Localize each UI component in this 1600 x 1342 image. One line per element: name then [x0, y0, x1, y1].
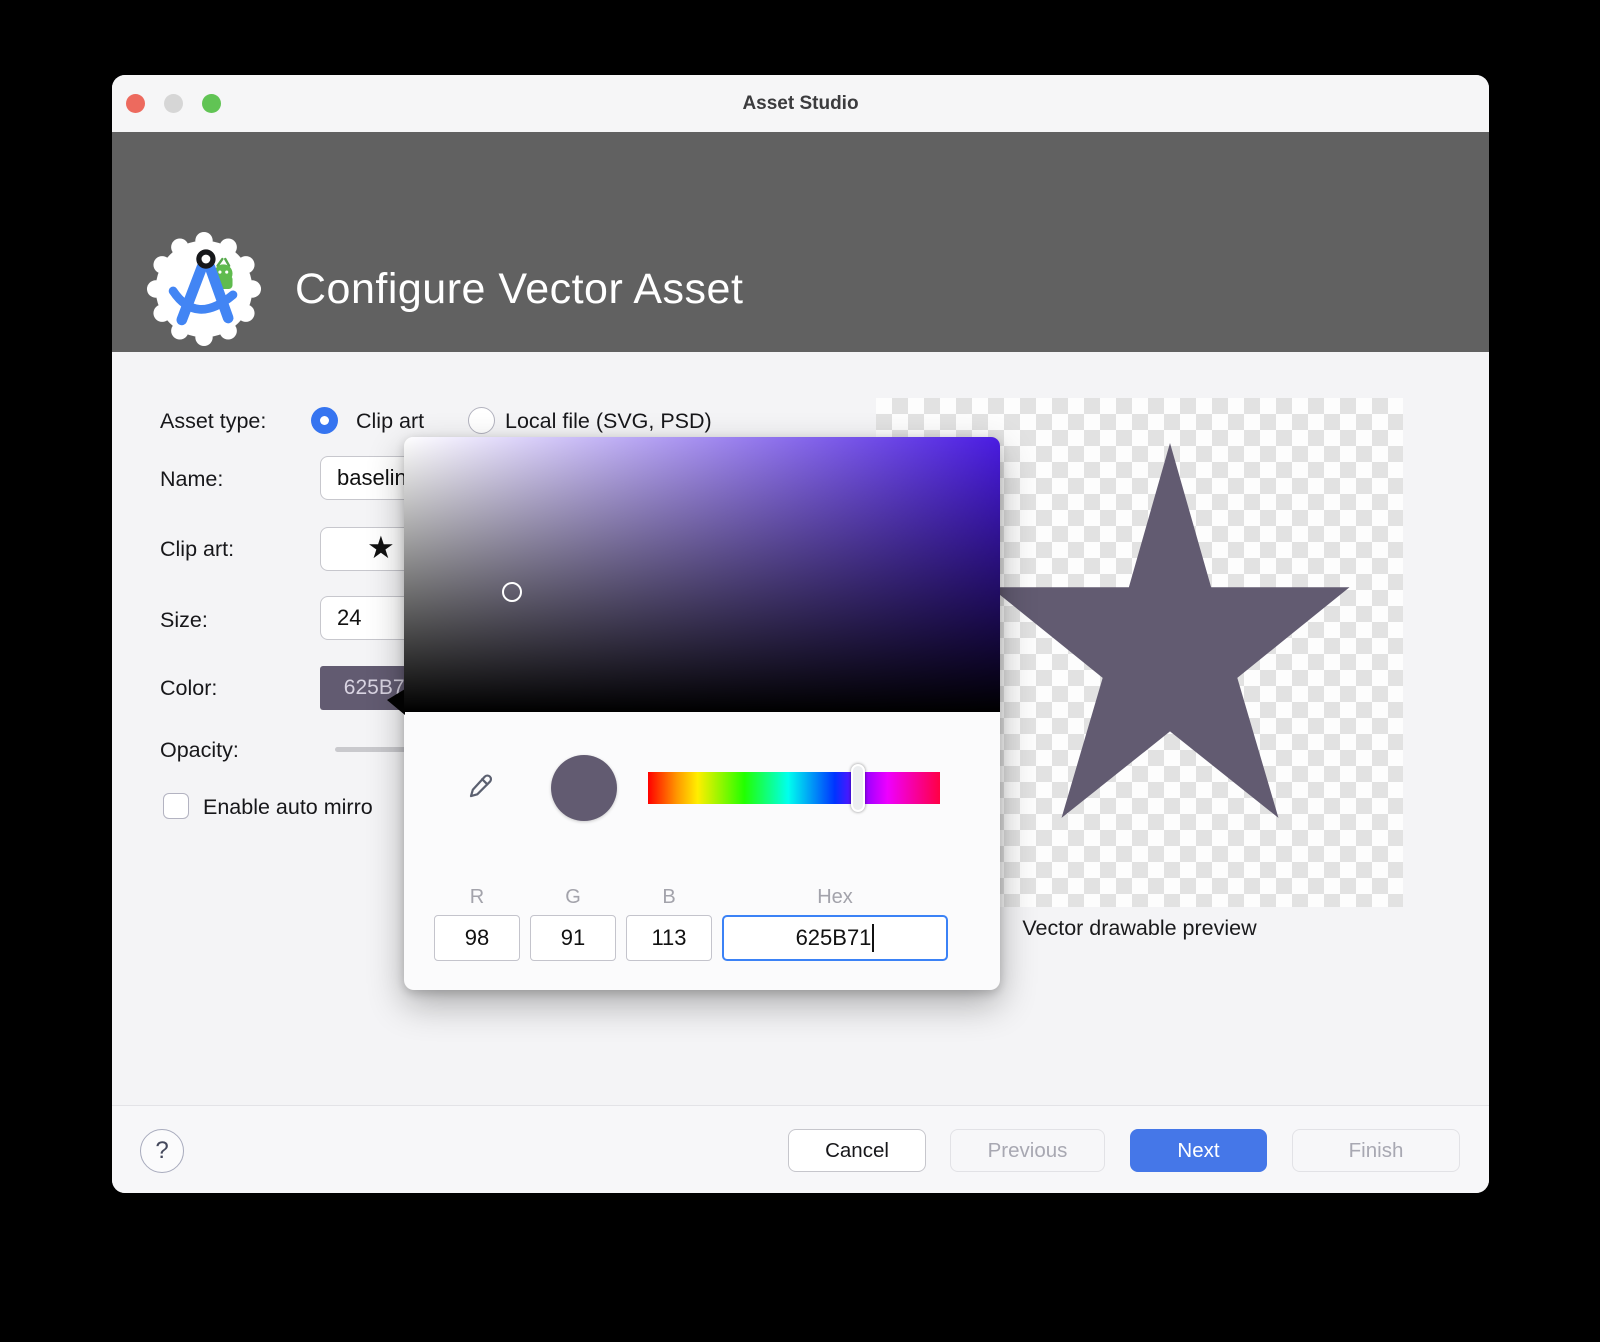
wizard-header: Configure Vector Asset — [112, 132, 1489, 352]
current-color-circle — [551, 755, 617, 821]
saturation-brightness-handle[interactable] — [502, 582, 522, 602]
android-studio-logo-icon — [146, 231, 262, 347]
radio-local-file[interactable] — [468, 407, 495, 434]
star-icon: ★ — [367, 530, 395, 566]
red-label: R — [434, 886, 520, 909]
hex-input[interactable]: 625B71 — [722, 915, 948, 961]
text-cursor — [872, 924, 874, 952]
opacity-label: Opacity: — [160, 738, 239, 763]
asset-studio-window: Asset Studio — [112, 75, 1489, 1193]
clip-art-label: Clip art: — [160, 537, 234, 562]
radio-clip-art-label: Clip art — [356, 409, 424, 434]
previous-button: Previous — [950, 1129, 1105, 1172]
color-label: Color: — [160, 676, 217, 701]
hue-slider-thumb[interactable] — [851, 764, 865, 812]
hex-value: 625B71 — [796, 925, 872, 951]
saturation-brightness-picker[interactable] — [404, 437, 1000, 712]
name-label: Name: — [160, 467, 223, 492]
help-button[interactable]: ? — [140, 1129, 184, 1173]
popup-callout-arrow — [387, 689, 405, 715]
blue-input[interactable] — [626, 915, 712, 961]
dialog-footer: ? Cancel Previous Next Finish — [112, 1105, 1489, 1193]
eyedropper-icon[interactable] — [463, 771, 497, 805]
green-input[interactable] — [530, 915, 616, 961]
cancel-button[interactable]: Cancel — [788, 1129, 926, 1172]
green-label: G — [530, 886, 616, 909]
auto-mirror-checkbox[interactable] — [163, 793, 189, 819]
page-title: Configure Vector Asset — [295, 265, 743, 314]
star-preview-shape — [983, 443, 1357, 855]
finish-button: Finish — [1292, 1129, 1460, 1172]
auto-mirror-label: Enable auto mirro — [203, 795, 373, 820]
asset-type-label: Asset type: — [160, 409, 266, 434]
blue-label: B — [626, 886, 712, 909]
hue-slider[interactable] — [648, 772, 940, 804]
color-picker-popup: R G B Hex 625B71 — [404, 437, 1000, 990]
next-button[interactable]: Next — [1130, 1129, 1267, 1172]
size-label: Size: — [160, 608, 208, 633]
window-title: Asset Studio — [112, 75, 1489, 132]
radio-clip-art[interactable] — [311, 407, 338, 434]
red-input[interactable] — [434, 915, 520, 961]
radio-local-file-label: Local file (SVG, PSD) — [505, 409, 712, 434]
title-bar: Asset Studio — [112, 75, 1489, 132]
hex-label: Hex — [722, 886, 948, 909]
screen-background: Asset Studio — [0, 0, 1600, 1342]
